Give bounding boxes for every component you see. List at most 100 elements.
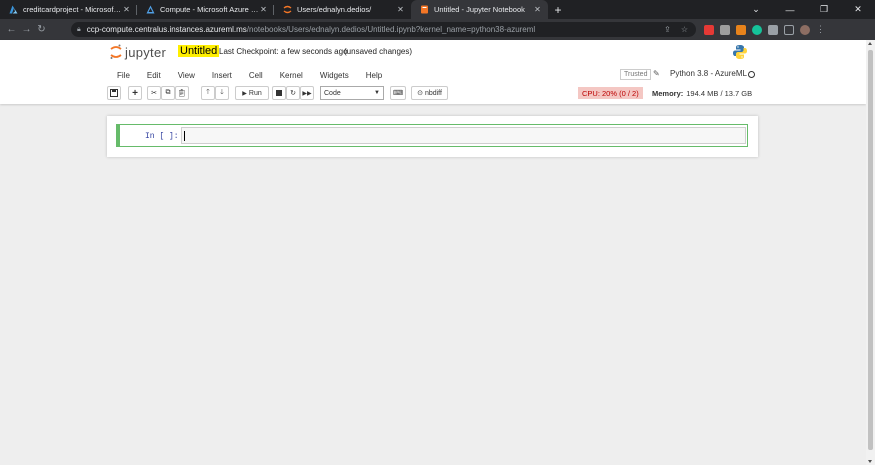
- jupyter-logo-text: jupyter: [125, 44, 167, 60]
- save-button[interactable]: [107, 86, 121, 100]
- extension-red-icon[interactable]: [704, 24, 714, 35]
- tab-title: Users/ednalyn.dedios/: [297, 5, 372, 14]
- run-icon: ▶: [242, 90, 247, 97]
- interrupt-button[interactable]: [272, 86, 286, 100]
- menu-view[interactable]: View: [178, 71, 195, 80]
- copy-icon: ⧉: [165, 89, 171, 96]
- menu-kernel[interactable]: Kernel: [280, 71, 303, 80]
- browser-tab-untitled[interactable]: Untitled - Jupyter Notebook ✕: [411, 0, 548, 19]
- jupyter-logo-icon: [110, 44, 122, 59]
- scroll-down-icon[interactable]: [868, 460, 872, 463]
- jupyter-page: jupyter Untitled Last Checkpoint: a few …: [0, 40, 866, 465]
- jupyter-logo[interactable]: jupyter: [110, 44, 166, 60]
- arrow-up-icon: 🡑: [206, 88, 210, 96]
- extensions-area: ⋮: [704, 24, 825, 35]
- menu-insert[interactable]: Insert: [212, 71, 232, 80]
- keyboard-icon: ⌨: [392, 90, 404, 97]
- scrollbar-thumb[interactable]: [868, 50, 873, 450]
- tab-title: Untitled - Jupyter Notebook: [434, 5, 525, 14]
- window-controls: ⌄ — ❐ ✕: [739, 0, 875, 19]
- close-tab-icon[interactable]: ✕: [396, 5, 405, 14]
- memory-value: 194.4 MB / 13.7 GB: [686, 88, 753, 98]
- insert-cell-button[interactable]: +: [128, 86, 142, 100]
- fast-forward-icon: ▶▶: [302, 90, 312, 97]
- scroll-up-icon[interactable]: [868, 42, 872, 45]
- menu-file[interactable]: File: [117, 71, 130, 80]
- trusted-badge[interactable]: Trusted: [620, 69, 652, 80]
- tab-search-icon[interactable]: ⌄: [739, 0, 773, 19]
- unsaved-status: (unsaved changes): [344, 47, 413, 56]
- url-path: /notebooks/Users/ednalyn.dedios/Untitled…: [246, 25, 536, 34]
- paste-button[interactable]: 📋︎: [175, 86, 189, 100]
- kernel-idle-indicator-icon: [748, 71, 755, 78]
- close-window-button[interactable]: ✕: [841, 0, 875, 19]
- sidebar-icon[interactable]: [784, 24, 794, 35]
- checkpoint-status: Last Checkpoint: a few seconds ago: [219, 47, 348, 56]
- pencil-icon[interactable]: ✎: [653, 69, 660, 78]
- code-cell[interactable]: In [ ]:: [116, 124, 748, 147]
- copy-button[interactable]: ⧉: [161, 86, 175, 100]
- paste-icon: 📋︎: [177, 90, 187, 97]
- jupyter-icon: [283, 5, 292, 14]
- page-scrollbar[interactable]: [866, 40, 875, 465]
- extension-fox-icon[interactable]: [736, 24, 746, 35]
- menu-edit[interactable]: Edit: [147, 71, 161, 80]
- menu-widgets[interactable]: Widgets: [320, 71, 349, 80]
- minimize-button[interactable]: —: [773, 0, 807, 19]
- notebook-icon: [420, 5, 429, 14]
- notebook-toolbar: + ✂ ⧉ 📋︎ 🡑 🡓 ▶ Run ↻ ▶▶ Code ▼ ⌨ ⊙ nbdif…: [107, 86, 757, 101]
- restart-run-all-button[interactable]: ▶▶: [300, 86, 314, 100]
- nbdiff-button[interactable]: ⊙ nbdiff: [411, 86, 448, 100]
- restart-icon: ↻: [290, 90, 296, 97]
- notebook-title[interactable]: Untitled: [178, 45, 220, 57]
- extension-gray-icon[interactable]: [720, 24, 730, 35]
- run-button[interactable]: ▶ Run: [235, 86, 269, 100]
- cell-input-editor[interactable]: [181, 127, 746, 144]
- profile-avatar[interactable]: [800, 24, 810, 35]
- url-input[interactable]: 🔒︎ ccp-compute.centralus.instances.azure…: [71, 22, 696, 37]
- arrow-down-icon: 🡓: [220, 88, 224, 96]
- cut-button[interactable]: ✂: [147, 86, 161, 100]
- menu-bar: File Edit View Insert Cell Kernel Widget…: [107, 66, 757, 84]
- memory-label: Memory:: [652, 88, 684, 98]
- browser-tab-compute[interactable]: Compute - Microsoft Azure Machi ✕: [137, 0, 274, 19]
- share-icon[interactable]: ⇪: [664, 25, 671, 34]
- close-tab-icon[interactable]: ✕: [122, 5, 131, 14]
- menu-cell[interactable]: Cell: [249, 71, 263, 80]
- move-down-button[interactable]: 🡓: [215, 86, 229, 100]
- back-icon[interactable]: ←: [4, 24, 19, 35]
- nbdiff-icon: ⊙: [417, 90, 423, 97]
- grammarly-icon[interactable]: [752, 24, 762, 35]
- run-label: Run: [248, 89, 262, 97]
- restart-button[interactable]: ↻: [286, 86, 300, 100]
- tab-title: creditcardproject - Microsoft Azu: [23, 5, 122, 14]
- kernel-name[interactable]: Python 3.8 - AzureML: [670, 69, 747, 78]
- cell-type-select[interactable]: Code ▼: [320, 86, 384, 100]
- menu-help[interactable]: Help: [366, 71, 382, 80]
- maximize-button[interactable]: ❐: [807, 0, 841, 19]
- close-tab-icon[interactable]: ✕: [533, 5, 542, 14]
- scissors-icon: ✂: [151, 90, 157, 97]
- nbdiff-label: nbdiff: [424, 89, 442, 97]
- close-tab-icon[interactable]: ✕: [259, 5, 268, 14]
- browser-tab-creditcardproject[interactable]: creditcardproject - Microsoft Azu ✕: [0, 0, 137, 19]
- forward-icon[interactable]: →: [19, 24, 34, 35]
- command-palette-button[interactable]: ⌨: [390, 86, 406, 100]
- memory-usage: Memory: 194.4 MB / 13.7 GB: [652, 87, 752, 99]
- chrome-menu-icon[interactable]: ⋮: [816, 24, 825, 35]
- bookmark-star-icon[interactable]: ☆: [681, 25, 688, 34]
- cpu-usage-badge: CPU: 20% (0 / 2): [578, 87, 643, 99]
- extensions-puzzle-icon[interactable]: [768, 24, 778, 35]
- text-cursor: [184, 131, 185, 141]
- reload-icon[interactable]: ↻: [34, 24, 49, 35]
- move-up-button[interactable]: 🡑: [201, 86, 215, 100]
- browser-tab-users[interactable]: Users/ednalyn.dedios/ ✕: [274, 0, 411, 19]
- tab-title: Compute - Microsoft Azure Machi: [160, 5, 259, 14]
- browser-address-bar: ← → ↻ 🔒︎ ccp-compute.centralus.instances…: [0, 19, 875, 40]
- chevron-down-icon: ▼: [374, 90, 380, 96]
- browser-tab-bar: creditcardproject - Microsoft Azu ✕ Comp…: [0, 0, 875, 19]
- new-tab-button[interactable]: +: [548, 0, 568, 19]
- lock-icon: 🔒︎: [77, 25, 81, 33]
- azure-icon: [9, 5, 18, 14]
- jupyter-header: jupyter Untitled Last Checkpoint: a few …: [0, 40, 866, 104]
